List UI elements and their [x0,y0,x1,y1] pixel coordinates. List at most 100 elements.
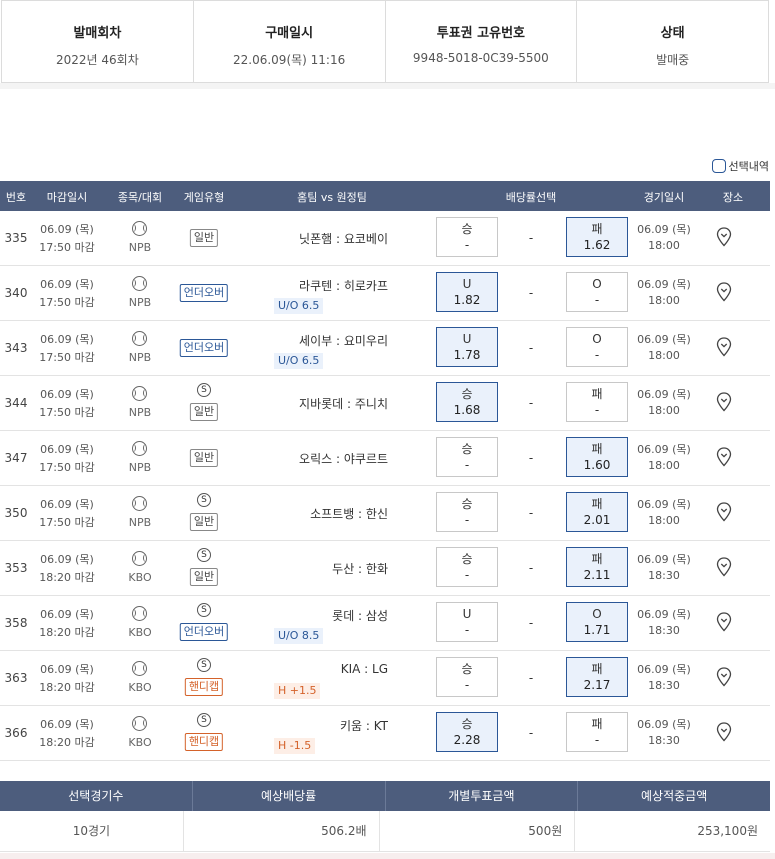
game-number: 340 [4,286,28,300]
header-deadline: 마감일시 [46,191,88,204]
ticket-id-value: 9948-5018-0C39-5500 [412,51,549,65]
table-row: 366 06.09 (목) 18:20 마감 KBO S 핸디캡 키움 : KT… [0,706,770,761]
home-odds-button[interactable]: 승 2.28 [436,712,498,752]
deadline-date: 06.09 (목) [40,443,94,456]
away-odds-value: 2.01 [583,513,611,527]
header-gamedate: 경기일시 [643,191,685,204]
location-pin-icon[interactable] [716,722,732,742]
match-teams: 세이부 : 요미우리 [299,334,388,348]
game-time: 18:00 [648,239,680,252]
location-pin-icon[interactable] [716,502,732,522]
home-odds-button[interactable]: 승 - [436,657,498,697]
away-odds-button[interactable]: 패 2.17 [566,657,628,697]
away-odds-button[interactable]: 패 1.60 [566,437,628,477]
table-row: 353 06.09 (목) 18:20 마감 KBO S 일반 두산 : 한화 … [0,541,770,596]
summary-header-odds: 예상배당률 [193,781,386,811]
draw-odds: - [528,726,534,740]
header-odds: 배당률선택 [505,191,557,204]
selected-only-label: 선택내역 [728,160,769,173]
deadline-date: 06.09 (목) [40,553,94,566]
home-odds-button[interactable]: 승 1.68 [436,382,498,422]
away-odds-button[interactable]: 패 - [566,382,628,422]
location-pin-icon[interactable] [716,337,732,357]
games-table-header: 번호 마감일시 종목/대회 게임유형 홈팀 vs 원정팀 배당률선택 경기일시 … [0,181,770,211]
header-teams: 홈팀 vs 원정팀 [297,191,367,204]
selected-only-checkbox[interactable] [711,159,726,173]
match-teams: 키움 : KT [339,719,388,733]
match-teams: 소프트뱅 : 한신 [310,507,388,521]
home-odds-button[interactable]: 승 - [436,547,498,587]
away-odds-button[interactable]: O - [566,327,628,367]
away-odds-button[interactable]: O 1.71 [566,602,628,642]
line-value: U/O 6.5 [274,298,324,314]
away-odds-button[interactable]: 패 2.01 [566,492,628,532]
home-outcome-label: U [462,277,472,291]
summary-stake: 500원 [380,811,576,851]
location-pin-icon[interactable] [716,612,732,632]
game-time: 18:30 [648,569,680,582]
location-pin-icon[interactable] [716,392,732,412]
status-value: 발매중 [656,53,690,67]
game-date: 06.09 (목) [637,663,691,676]
away-odds-button[interactable]: O - [566,272,628,312]
game-type-badge: 일반 [189,229,219,247]
away-odds-value: - [594,348,600,362]
home-odds-button[interactable]: U 1.78 [436,327,498,367]
game-number: 343 [4,341,28,355]
purchase-label: 구매일시 [265,26,314,41]
home-odds-button[interactable]: 승 - [436,492,498,532]
location-pin-icon[interactable] [716,227,732,247]
away-odds-button[interactable]: 패 - [566,712,628,752]
game-type-badge: 핸디캡 [184,678,224,696]
location-pin-icon[interactable] [716,447,732,467]
divider-strip [0,83,775,89]
home-odds-button[interactable]: 승 - [436,437,498,477]
summary-header-count: 선택경기수 [0,781,193,811]
home-odds-button[interactable]: U - [436,602,498,642]
header-venue: 장소 [722,191,744,204]
single-game-icon: S [197,713,211,727]
game-date: 06.09 (목) [637,718,691,731]
baseball-icon [132,386,147,401]
table-row: 350 06.09 (목) 17:50 마감 NPB S 일반 소프트뱅 : 한… [0,486,770,541]
deadline-time: 17:50 마감 [39,461,95,474]
location-pin-icon[interactable] [716,557,732,577]
ticket-id-cell: 투표권 고유번호 9948-5018-0C39-5500 [386,1,578,82]
deadline-date: 06.09 (목) [40,498,94,511]
game-time: 18:30 [648,624,680,637]
away-outcome-label: O [592,332,602,346]
game-type-badge: 일반 [189,403,219,421]
match-teams: 롯데 : 삼성 [332,609,388,623]
baseball-icon [132,276,147,291]
location-pin-icon[interactable] [716,282,732,302]
draw-odds: - [528,506,534,520]
game-time: 18:00 [648,404,680,417]
home-odds-button[interactable]: 승 - [436,217,498,257]
deadline-date: 06.09 (목) [40,718,94,731]
deadline-date: 06.09 (목) [40,663,94,676]
away-odds-button[interactable]: 패 1.62 [566,217,628,257]
round-cell: 발매회차 2022년 46회차 [2,1,194,82]
draw-odds: - [528,561,534,575]
table-row: 340 06.09 (목) 17:50 마감 NPB 언더오버 라쿠텐 : 히로… [0,266,770,321]
deadline-time: 18:20 마감 [39,736,95,749]
game-type-badge: 언더오버 [179,623,229,641]
header-sport: 종목/대회 [117,191,163,204]
game-type-badge: 핸디캡 [184,733,224,751]
baseball-icon [132,331,147,346]
purchase-cell: 구매일시 22.06.09(목) 11:16 [194,1,386,82]
deadline-time: 17:50 마감 [39,296,95,309]
game-type-badge: 일반 [189,568,219,586]
league-name: NPB [128,351,152,364]
selected-only-toggle[interactable]: 선택내역 [711,158,769,174]
line-value: H -1.5 [274,738,316,754]
home-odds-button[interactable]: U 1.82 [436,272,498,312]
game-date: 06.09 (목) [637,553,691,566]
game-number: 344 [4,396,28,410]
location-pin-icon[interactable] [716,667,732,687]
deadline-time: 17:50 마감 [39,351,95,364]
bet-summary-table: 선택경기수 예상배당률 개별투표금액 예상적중금액 10경기 506.2배 50… [0,781,770,852]
match-teams: 두산 : 한화 [332,562,388,576]
away-odds-button[interactable]: 패 2.11 [566,547,628,587]
game-number: 335 [4,231,28,245]
